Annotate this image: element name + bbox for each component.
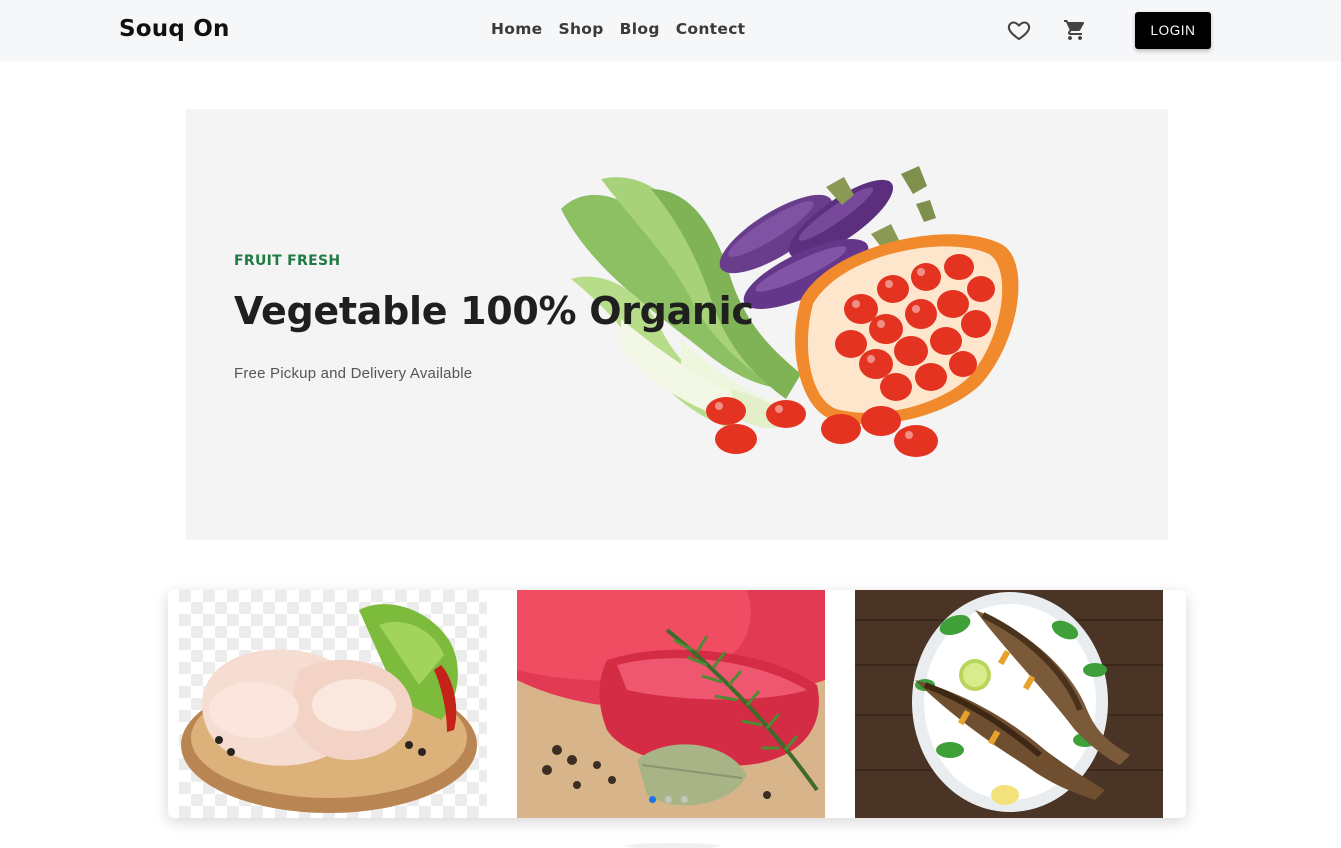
product-carousel[interactable] bbox=[168, 590, 1186, 818]
hero-subtitle: Free Pickup and Delivery Available bbox=[234, 365, 473, 382]
shopping-cart-icon[interactable] bbox=[1063, 18, 1087, 42]
section-shadow bbox=[625, 843, 720, 848]
main-nav: Home Shop Blog Contect bbox=[491, 20, 745, 38]
heart-icon[interactable] bbox=[1007, 18, 1031, 42]
hero-banner: FRUIT FRESH Vegetable 100% Organic Free … bbox=[186, 109, 1168, 540]
raw-chicken-image bbox=[179, 590, 487, 818]
hero-eyebrow: FRUIT FRESH bbox=[234, 253, 341, 269]
grilled-fish-image bbox=[855, 590, 1163, 818]
fish-slide[interactable] bbox=[855, 590, 1163, 818]
navbar: Souq On Home Shop Blog Contect LOGIN bbox=[0, 0, 1341, 61]
nav-link-contact[interactable]: Contect bbox=[676, 20, 746, 38]
login-button[interactable]: LOGIN bbox=[1135, 12, 1211, 49]
chicken-slide[interactable] bbox=[179, 590, 487, 818]
carousel-dot-3[interactable] bbox=[681, 796, 688, 803]
beef-slide[interactable] bbox=[517, 590, 825, 818]
hero-title: Vegetable 100% Organic bbox=[234, 289, 754, 333]
brand-logo[interactable]: Souq On bbox=[119, 16, 230, 42]
raw-beef-image bbox=[517, 590, 825, 818]
carousel-dot-2[interactable] bbox=[665, 796, 672, 803]
nav-link-blog[interactable]: Blog bbox=[620, 20, 660, 38]
nav-link-home[interactable]: Home bbox=[491, 20, 542, 38]
nav-link-shop[interactable]: Shop bbox=[558, 20, 603, 38]
carousel-dot-1[interactable] bbox=[649, 796, 656, 803]
carousel-dots bbox=[649, 796, 688, 803]
